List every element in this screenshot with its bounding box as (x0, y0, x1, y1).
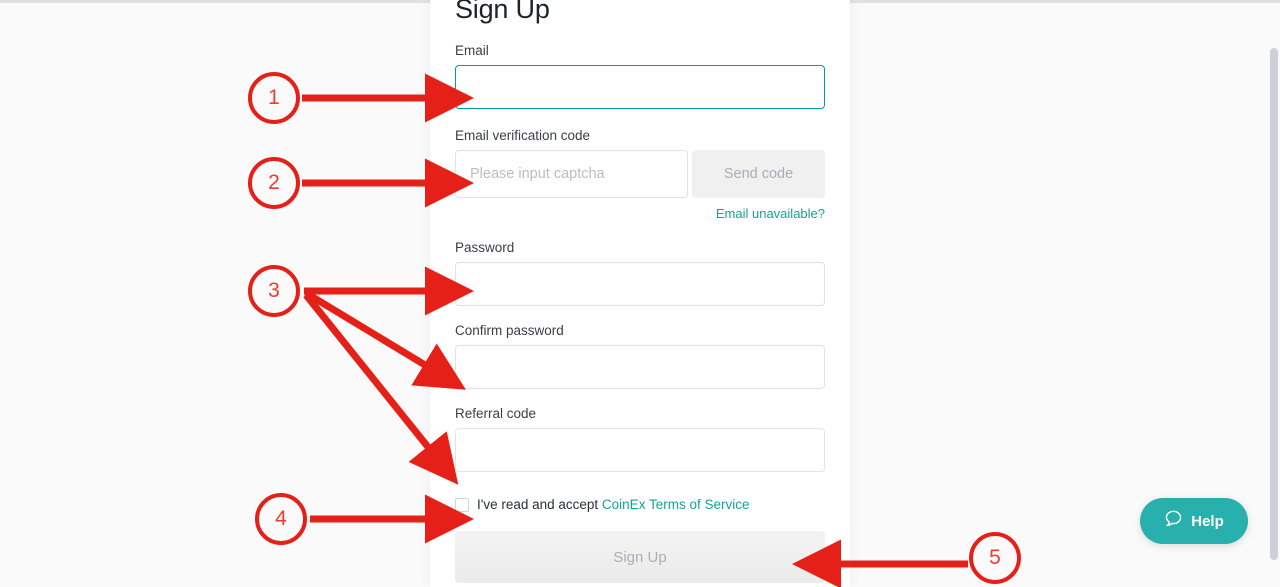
signup-card: Sign Up Email Email verification code Se… (430, 0, 850, 587)
email-unavailable-link[interactable]: Email unavailable? (716, 206, 825, 221)
terms-text: I've read and accept CoinEx Terms of Ser… (477, 496, 749, 513)
annotation-arrow-3b (304, 290, 466, 390)
helper-link-row: Email unavailable? (455, 205, 825, 223)
send-code-button[interactable]: Send code (692, 150, 825, 198)
terms-checkbox[interactable] (455, 497, 469, 512)
password-label: Password (455, 240, 515, 255)
referral-code-input[interactable] (455, 428, 825, 472)
terms-prefix: I've read and accept (477, 497, 602, 512)
confirm-password-field-group: Confirm password (455, 322, 825, 389)
confirm-password-input[interactable] (455, 345, 825, 389)
annotation-marker-2: 2 (248, 157, 300, 209)
scrollbar-thumb[interactable] (1270, 48, 1278, 560)
verification-label: Email verification code (455, 128, 591, 143)
email-input[interactable] (455, 65, 825, 109)
annotation-arrow-3c (303, 292, 459, 485)
annotation-marker-3: 3 (248, 265, 300, 317)
help-widget-button[interactable]: Help (1140, 498, 1248, 544)
referral-label: Referral code (455, 406, 537, 421)
password-input[interactable] (455, 262, 825, 306)
annotation-marker-4: 4 (255, 493, 307, 545)
verification-row: Send code (455, 150, 825, 198)
verification-code-input[interactable] (455, 150, 688, 198)
page-title: Sign Up (455, 0, 550, 24)
terms-row: I've read and accept CoinEx Terms of Ser… (455, 496, 825, 513)
annotation-marker-5: 5 (969, 532, 1021, 584)
sign-up-button[interactable]: Sign Up (455, 531, 825, 583)
email-field-group: Email (455, 42, 825, 109)
help-label: Help (1191, 512, 1224, 530)
password-field-group: Password (455, 239, 825, 306)
speech-bubble-icon (1164, 509, 1183, 533)
terms-of-service-link[interactable]: CoinEx Terms of Service (602, 497, 750, 512)
annotation-marker-1: 1 (248, 72, 300, 124)
verification-field-group: Email verification code Send code Email … (455, 127, 825, 223)
email-label: Email (455, 43, 489, 58)
referral-field-group: Referral code (455, 405, 825, 472)
confirm-password-label: Confirm password (455, 323, 564, 338)
